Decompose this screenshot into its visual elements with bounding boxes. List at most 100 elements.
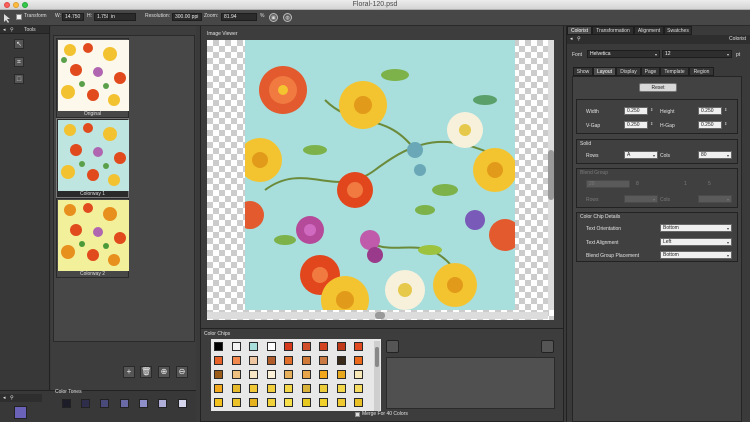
tone-swatch[interactable]	[120, 399, 129, 408]
web-preview-icon[interactable]: ◍	[283, 13, 292, 22]
tone-swatch[interactable]	[62, 399, 71, 408]
crop-tool-icon[interactable]: ⌗	[14, 57, 24, 67]
move-tool-icon[interactable]	[3, 13, 12, 23]
color-chip[interactable]	[266, 384, 276, 393]
color-chip[interactable]	[284, 356, 293, 365]
color-chip[interactable]	[319, 398, 328, 407]
color-chip[interactable]	[214, 384, 223, 393]
chip-right-swatch[interactable]	[541, 340, 554, 353]
blend-placement-select[interactable]: Bottom ▾	[660, 251, 732, 259]
color-chip[interactable]	[336, 356, 346, 365]
color-chip[interactable]	[266, 356, 276, 365]
width-stepper-icon[interactable]: ⇕	[650, 107, 653, 112]
vgap-field[interactable]: 0.250	[624, 121, 648, 129]
hgap-field[interactable]: 0.250	[698, 121, 722, 129]
zoom-field[interactable]: 81.94	[221, 13, 257, 21]
subtab-page[interactable]: Page	[641, 67, 660, 76]
pin-icon[interactable]: ⚲	[577, 36, 581, 42]
color-chip[interactable]	[266, 398, 276, 407]
color-chip[interactable]	[284, 398, 293, 407]
color-chip[interactable]	[354, 342, 363, 351]
subtab-display[interactable]: Display	[616, 67, 641, 76]
add-colorway-button[interactable]: +	[123, 366, 135, 378]
color-chip[interactable]	[214, 342, 223, 351]
color-chip[interactable]	[301, 342, 311, 351]
resolution-field[interactable]: 300.00 ppi	[172, 13, 202, 21]
color-chip[interactable]	[249, 370, 258, 379]
pin-icon[interactable]: ⚲	[10, 395, 14, 401]
rows-select[interactable]: A ▾	[624, 151, 658, 159]
color-chip[interactable]	[231, 384, 241, 393]
color-chip[interactable]	[249, 356, 258, 365]
collapse-icon[interactable]: ◂	[3, 27, 6, 33]
color-chip[interactable]	[319, 356, 328, 365]
fit-screen-icon[interactable]: ▣	[269, 13, 278, 22]
color-chip[interactable]	[214, 370, 223, 379]
unit-select[interactable]: in	[108, 13, 136, 21]
color-chip[interactable]	[231, 370, 241, 379]
vgap-stepper-icon[interactable]: ⇕	[650, 121, 653, 126]
colorway-thumb-original[interactable]: Original	[56, 38, 129, 118]
color-chip[interactable]	[301, 356, 311, 365]
color-chip[interactable]	[301, 398, 311, 407]
collapse-icon[interactable]: ◂	[570, 36, 573, 42]
color-chip[interactable]	[336, 398, 346, 407]
tone-swatch[interactable]	[139, 399, 148, 408]
vertical-scroll-thumb[interactable]	[548, 150, 554, 200]
color-chip[interactable]	[354, 384, 363, 393]
color-chip[interactable]	[231, 356, 241, 365]
color-chip[interactable]	[249, 398, 258, 407]
tone-swatch[interactable]	[100, 399, 109, 408]
color-chip[interactable]	[231, 342, 241, 351]
color-chip[interactable]	[354, 370, 363, 379]
color-chip[interactable]	[319, 384, 328, 393]
color-chip[interactable]	[319, 342, 328, 351]
color-chip[interactable]	[214, 356, 223, 365]
colorway-thumb-1[interactable]: Colorway 1	[56, 118, 129, 198]
colorway-thumb-2[interactable]: Colorway 2	[56, 198, 129, 278]
color-chip[interactable]	[214, 398, 223, 407]
chip-left-swatch[interactable]	[386, 340, 399, 353]
viewer-vertical-scrollbar[interactable]	[548, 40, 554, 310]
chips-scroll-thumb[interactable]	[375, 347, 379, 367]
subtab-template[interactable]: Template	[660, 67, 689, 76]
reset-button[interactable]: Reset	[639, 83, 677, 92]
color-chip[interactable]	[336, 384, 346, 393]
color-chip[interactable]	[336, 370, 346, 379]
width-field[interactable]: 14.750	[62, 13, 84, 21]
pin-icon[interactable]: ⚲	[10, 27, 14, 33]
tab-colorist[interactable]: Colorist	[567, 26, 592, 35]
color-chip[interactable]	[249, 342, 258, 351]
color-chip[interactable]	[266, 342, 276, 351]
tone-swatch[interactable]	[81, 399, 90, 408]
color-chip[interactable]	[284, 384, 293, 393]
subtab-layout[interactable]: Layout	[593, 67, 616, 76]
tab-swatches[interactable]: Swatches	[664, 26, 692, 35]
pattern-canvas[interactable]	[245, 40, 515, 310]
color-chip[interactable]	[319, 370, 328, 379]
color-chip[interactable]	[284, 342, 293, 351]
height-stepper-icon[interactable]: ⇕	[724, 107, 727, 112]
color-chip[interactable]	[301, 370, 311, 379]
cols-select[interactable]: 80 ▾	[698, 151, 732, 159]
font-select[interactable]: Helvetica ▾	[587, 50, 660, 58]
color-chip[interactable]	[266, 370, 276, 379]
chips-scrollbar[interactable]	[374, 341, 380, 411]
color-chip[interactable]	[249, 384, 258, 393]
tone-swatch[interactable]	[178, 399, 187, 408]
color-chip[interactable]	[354, 356, 363, 365]
zoom-out-icon[interactable]: ⊖	[176, 366, 188, 378]
subtab-show[interactable]: Show	[573, 67, 593, 76]
rectangle-tool-icon[interactable]: □	[14, 74, 24, 84]
font-size-select[interactable]: 12 ▾	[662, 50, 732, 58]
merge-colors-checkbox[interactable]	[355, 412, 360, 417]
zoom-in-icon[interactable]: ⊕	[158, 366, 170, 378]
text-alignment-select[interactable]: Left ▾	[660, 238, 732, 246]
tab-alignment[interactable]: Alignment	[634, 26, 664, 35]
color-chip[interactable]	[284, 370, 293, 379]
horizontal-scroll-thumb[interactable]	[375, 312, 385, 319]
delete-colorway-button[interactable]: 🗑	[140, 366, 152, 378]
color-chip[interactable]	[231, 398, 241, 407]
color-chip[interactable]	[301, 384, 311, 393]
tone-swatch[interactable]	[158, 399, 167, 408]
